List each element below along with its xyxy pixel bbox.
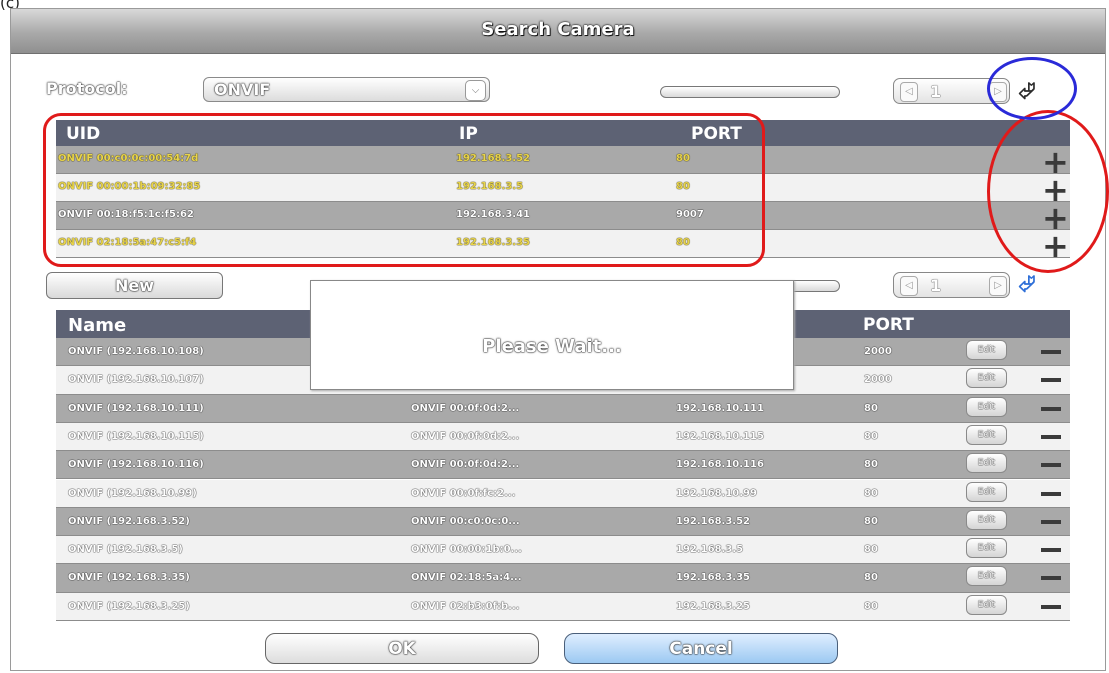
minus-icon[interactable] bbox=[1041, 548, 1061, 553]
table-row[interactable]: ONVIF (192.168.3.52) ONVIF 00:c0:0c:0... 1… bbox=[56, 507, 1070, 537]
row-ip: 192.168.3.25 bbox=[676, 600, 751, 612]
table-row[interactable]: ONVIF (192.168.10.111) ONVIF 00:0f:0d:2..… bbox=[56, 394, 1070, 423]
row-name: ONVIF (192.168.10.107) bbox=[68, 374, 204, 386]
row-uid: ONVIF 00:0f:0d:2... bbox=[411, 402, 520, 414]
minus-icon[interactable] bbox=[1041, 378, 1061, 383]
minus-icon[interactable] bbox=[1041, 406, 1061, 411]
highlight-search-results bbox=[43, 113, 765, 267]
minus-icon[interactable] bbox=[1041, 350, 1061, 354]
row-name: ONVIF (192.168.10.115) bbox=[68, 430, 204, 442]
edit-button[interactable]: Edit bbox=[966, 453, 1007, 474]
row-uid: ONVIF 02:b3:0f:b... bbox=[411, 600, 520, 612]
window-title: Search Camera bbox=[481, 19, 635, 40]
row-port: 80 bbox=[864, 459, 878, 471]
table-row[interactable]: ONVIF (192.168.10.116) ONVIF 00:0f:0d:2..… bbox=[56, 451, 1070, 480]
column-name: Name bbox=[68, 315, 127, 336]
row-name: ONVIF (192.168.3.52) bbox=[68, 515, 190, 527]
return-arrow-icon[interactable]: ⮰ bbox=[1018, 272, 1036, 297]
new-button-label: New bbox=[114, 276, 155, 295]
row-uid: ONVIF 00:00:1b:0... bbox=[411, 544, 522, 556]
column-port: PORT bbox=[863, 315, 914, 335]
please-wait-dialog: Please Wait... bbox=[310, 280, 794, 390]
edit-button[interactable]: Edit bbox=[966, 594, 1007, 615]
row-uid: ONVIF 00:0f:fc:2... bbox=[411, 487, 516, 499]
minus-icon[interactable] bbox=[1041, 519, 1061, 524]
minus-icon[interactable] bbox=[1041, 434, 1061, 439]
edit-button[interactable]: Edit bbox=[966, 396, 1007, 417]
title-bar: Search Camera bbox=[11, 9, 1105, 54]
protocol-label: Protocol: bbox=[46, 79, 128, 98]
row-ip: 192.168.10.116 bbox=[676, 459, 764, 471]
row-name: ONVIF (192.168.3.25) bbox=[68, 600, 190, 612]
row-ip: 192.168.3.35 bbox=[676, 572, 751, 584]
row-name: ONVIF (192.168.3.5) bbox=[68, 544, 183, 556]
table-row[interactable]: ONVIF (192.168.10.99) ONVIF 00:0f:fc:2...… bbox=[56, 479, 1070, 508]
chevron-down-icon[interactable]: ⌵ bbox=[465, 80, 486, 101]
new-button[interactable]: New bbox=[46, 272, 223, 299]
row-port: 80 bbox=[864, 402, 878, 414]
highlight-back-button bbox=[987, 57, 1077, 120]
please-wait-message: Please Wait... bbox=[482, 336, 622, 357]
ok-button[interactable]: OK bbox=[265, 633, 539, 664]
row-ip: 192.168.10.99 bbox=[676, 487, 757, 499]
added-pager: ◁ 1 ▷ bbox=[893, 272, 1010, 298]
row-name: ONVIF (192.168.10.99) bbox=[68, 487, 197, 499]
table-row[interactable]: ONVIF (192.168.3.35) ONVIF 02:18:5a:4... 1… bbox=[56, 564, 1070, 593]
row-port: 80 bbox=[864, 572, 878, 584]
minus-icon[interactable] bbox=[1041, 604, 1061, 609]
row-port: 2000 bbox=[864, 374, 892, 386]
row-name: ONVIF (192.168.10.108) bbox=[68, 346, 204, 357]
row-uid: ONVIF 00:c0:0c:0... bbox=[411, 515, 520, 527]
edit-button[interactable]: Edit bbox=[966, 340, 1007, 360]
row-port: 80 bbox=[864, 487, 878, 499]
row-port: 80 bbox=[864, 515, 878, 527]
row-ip: 192.168.10.111 bbox=[676, 402, 764, 414]
search-page-number: 1 bbox=[930, 82, 942, 101]
edit-button[interactable]: Edit bbox=[966, 368, 1007, 389]
ok-button-label: OK bbox=[388, 639, 416, 659]
row-ip: 192.168.3.5 bbox=[676, 544, 744, 556]
edit-button[interactable]: Edit bbox=[966, 538, 1007, 559]
protocol-value: ONVIF bbox=[214, 80, 271, 99]
row-uid: ONVIF 02:18:5a:4... bbox=[411, 572, 522, 584]
arrow-left-icon[interactable]: ◁ bbox=[900, 276, 918, 296]
minus-icon[interactable] bbox=[1041, 576, 1061, 581]
edit-button[interactable]: Edit bbox=[966, 481, 1007, 502]
row-name: ONVIF (192.168.10.116) bbox=[68, 459, 204, 471]
row-uid: ONVIF 00:0f:0d:2... bbox=[411, 430, 520, 442]
edit-button[interactable]: Edit bbox=[966, 509, 1007, 530]
row-uid: ONVIF 00:0f:0d:2... bbox=[411, 459, 520, 471]
arrow-right-icon[interactable]: ▷ bbox=[989, 276, 1007, 296]
highlight-add-buttons bbox=[987, 110, 1109, 273]
edit-button[interactable]: Edit bbox=[966, 566, 1007, 587]
protocol-select[interactable]: ONVIF ⌵ bbox=[203, 77, 490, 102]
cancel-button[interactable]: Cancel bbox=[564, 633, 838, 664]
added-page-number: 1 bbox=[930, 276, 942, 295]
minus-icon[interactable] bbox=[1041, 491, 1061, 496]
search-progress-bar bbox=[660, 86, 840, 98]
row-port: 80 bbox=[864, 600, 878, 612]
table-row[interactable]: ONVIF (192.168.3.5) ONVIF 00:00:1b:0... 19… bbox=[56, 536, 1070, 565]
row-port: 2000 bbox=[864, 346, 892, 357]
row-ip: 192.168.3.52 bbox=[676, 515, 751, 527]
cancel-button-label: Cancel bbox=[669, 639, 733, 659]
row-name: ONVIF (192.168.3.35) bbox=[68, 572, 190, 584]
row-port: 80 bbox=[864, 544, 878, 556]
minus-icon[interactable] bbox=[1041, 463, 1061, 468]
edit-button[interactable]: Edit bbox=[966, 424, 1007, 445]
row-port: 80 bbox=[864, 430, 878, 442]
row-ip: 192.168.10.115 bbox=[676, 430, 764, 442]
row-name: ONVIF (192.168.10.111) bbox=[68, 402, 204, 414]
table-row[interactable]: ONVIF (192.168.3.25) ONVIF 02:b3:0f:b... 1… bbox=[56, 592, 1070, 621]
arrow-left-icon[interactable]: ◁ bbox=[900, 82, 918, 102]
table-row[interactable]: ONVIF (192.168.10.115) ONVIF 00:0f:0d:2..… bbox=[56, 422, 1070, 452]
